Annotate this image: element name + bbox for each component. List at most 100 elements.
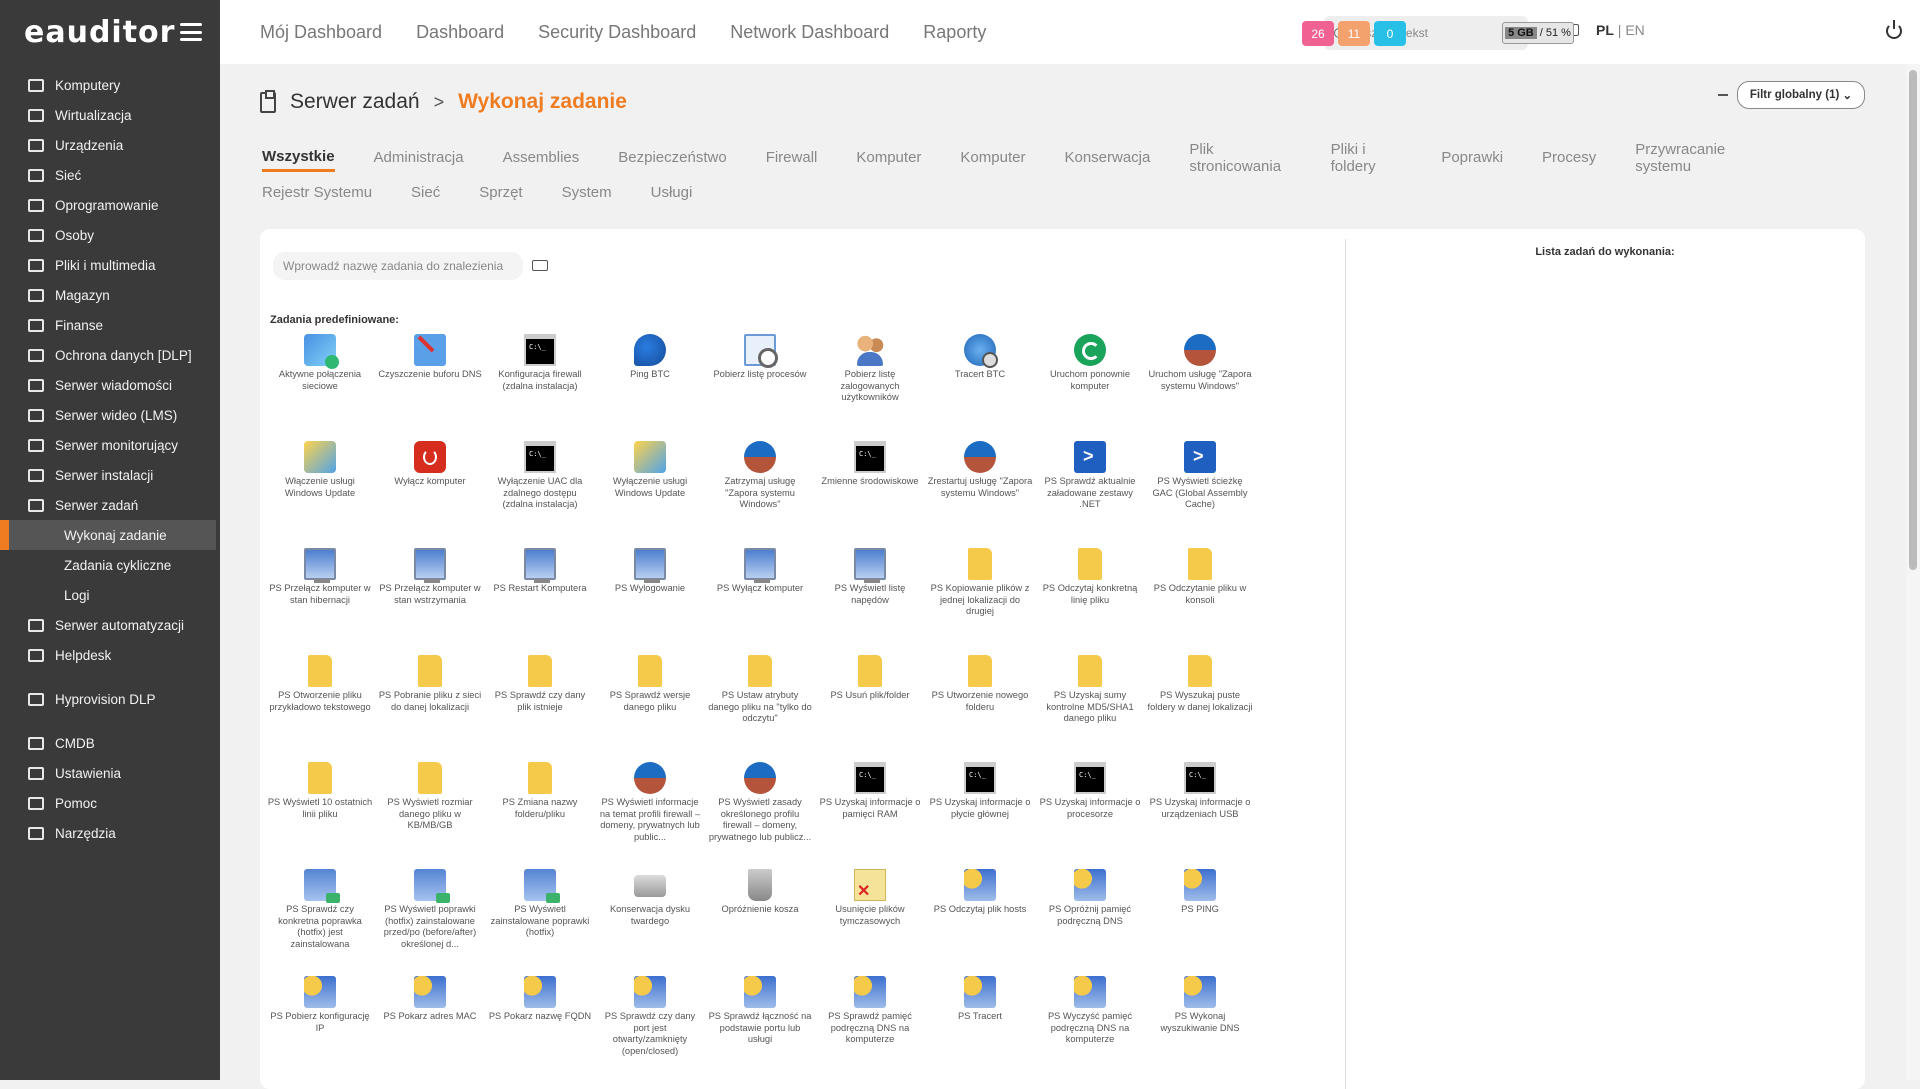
task-item[interactable]: PS Sprawdź aktualnie załadowane zestawy … [1035,441,1145,548]
hamburger-menu-icon[interactable] [180,23,202,41]
category-tab-komputer[interactable]: Komputer [856,149,921,170]
task-item[interactable]: Uruchom ponownie komputer [1035,334,1145,441]
task-item[interactable]: PS Wyświetl informacje na temat profili … [595,762,705,869]
task-item[interactable]: PS Uzyskaj sumy kontrolne MD5/SHA1 daneg… [1035,655,1145,762]
top-tab-network-dashboard[interactable]: Network Dashboard [730,22,889,43]
top-tab-raporty[interactable]: Raporty [923,22,986,43]
task-item[interactable]: Konserwacja dysku twardego [595,869,705,976]
alert-badge-blue[interactable]: 0 [1374,21,1406,46]
category-tab-komputer[interactable]: Komputer [960,149,1025,170]
category-tab-poprawki[interactable]: Poprawki [1441,149,1503,170]
category-tab-system[interactable]: System [562,184,612,205]
sidebar-item-narzedzia[interactable]: Narzędzia [0,818,220,848]
task-item[interactable]: Opróżnienie kosza [705,869,815,976]
sidebar-item-serwer-zadan[interactable]: Serwer zadań [0,490,220,520]
task-item[interactable]: PS Sprawdź czy konkretna poprawka (hotfi… [265,869,375,976]
task-item[interactable]: PS Sprawdź wersje danego pliku [595,655,705,762]
sidebar-item-pomoc[interactable]: Pomoc [0,788,220,818]
task-item[interactable]: Zmienne środowiskowe [815,441,925,548]
task-item[interactable]: PS Wyświetl poprawki (hotfix) zainstalow… [375,869,485,976]
sidebar-item-siec[interactable]: Sieć [0,160,220,190]
sidebar-item-cmdb[interactable]: CMDB [0,728,220,758]
sidebar-item-ochrona-danych-dlp[interactable]: Ochrona danych [DLP] [0,340,220,370]
task-item[interactable]: PS Wylogowanie [595,548,705,655]
clear-search-icon[interactable] [532,260,548,271]
sidebar-item-serwer-automatyzacji[interactable]: Serwer automatyzacji [0,610,220,640]
task-item[interactable]: PS Uzyskaj informacje o urządzeniach USB [1145,762,1255,869]
collapse-icon[interactable] [1718,94,1728,96]
task-item[interactable]: PS Usuń plik/folder [815,655,925,762]
task-item[interactable]: PS Uzyskaj informacje o procesorze [1035,762,1145,869]
sidebar-item-wirtualizacja[interactable]: Wirtualizacja [0,100,220,130]
task-item[interactable]: PS Opróżnij pamięć podręczną DNS [1035,869,1145,976]
task-item[interactable]: PS Wyświetl zainstalowane poprawki (hotf… [485,869,595,976]
alert-badge-red[interactable]: 26 [1302,21,1334,46]
category-tab-rejestr-systemu[interactable]: Rejestr Systemu [262,184,372,205]
task-item[interactable]: PS Wyłącz komputer [705,548,815,655]
task-item[interactable]: PS Ustaw atrybuty danego pliku na "tylko… [705,655,815,762]
task-item[interactable]: Uruchom usługę "Zapora systemu Windows" [1145,334,1255,441]
task-item[interactable]: Włączenie usługi Windows Update [265,441,375,548]
task-item[interactable]: PS Sprawdź łączność na podstawie portu l… [705,976,815,1083]
task-item[interactable]: PS Odczytanie pliku w konsoli [1145,548,1255,655]
task-item[interactable]: PS Przełącz komputer w stan wstrzymania [375,548,485,655]
sidebar-item-magazyn[interactable]: Magazyn [0,280,220,310]
lang-pl[interactable]: PL [1596,22,1614,38]
task-item[interactable]: PS Wyczyść pamięć podręczną DNS na kompu… [1035,976,1145,1083]
sidebar-item-urzadzenia[interactable]: Urządzenia [0,130,220,160]
task-item[interactable]: PS Wyświetl rozmiar danego pliku w KB/MB… [375,762,485,869]
global-filter-button[interactable]: Filtr globalny (1) ⌄ [1737,81,1865,109]
sidebar-item-oprogramowanie[interactable]: Oprogramowanie [0,190,220,220]
task-item[interactable]: Pobierz listę procesów [705,334,815,441]
task-item[interactable]: PS Wykonaj wyszukiwanie DNS [1145,976,1255,1083]
sidebar-subitem-wykonaj-zadanie[interactable]: Wykonaj zadanie [0,520,216,550]
sidebar-item-helpdesk[interactable]: Helpdesk [0,640,220,670]
sidebar-item-komputery[interactable]: Komputery [0,70,220,100]
sidebar-subitem-logi[interactable]: Logi [0,580,220,610]
sidebar-item-ustawienia[interactable]: Ustawienia [0,758,220,788]
sidebar-item-serwer-wiadomosci[interactable]: Serwer wiadomości [0,370,220,400]
category-tab-konserwacja[interactable]: Konserwacja [1064,149,1150,170]
task-item[interactable]: PS Odczytaj konkretną linię pliku [1035,548,1145,655]
task-item[interactable]: PS Wyświetl listę napędów [815,548,925,655]
task-item[interactable]: Czyszczenie buforu DNS [375,334,485,441]
task-item[interactable]: PS Sprawdź pamięć podręczną DNS na kompu… [815,976,925,1083]
sidebar-item-hyprovision-dlp[interactable]: Hyprovision DLP [0,684,220,714]
scrollbar-thumb[interactable] [1909,70,1917,570]
task-item[interactable]: PS Sprawdź czy dany plik istnieje [485,655,595,762]
app-logo[interactable]: eauditor [24,15,175,50]
sidebar-item-osoby[interactable]: Osoby [0,220,220,250]
category-tab-administracja[interactable]: Administracja [374,149,464,170]
task-item[interactable]: PS Pobranie pliku z sieci do danej lokal… [375,655,485,762]
category-tab-plik-stronicowania[interactable]: Plik stronicowania [1189,141,1291,179]
top-tab-dashboard[interactable]: Dashboard [416,22,504,43]
category-tab-siec[interactable]: Sieć [411,184,440,205]
category-tab-uslugi[interactable]: Usługi [651,184,693,205]
task-item[interactable]: PS Zmiana nazwy folderu/pliku [485,762,595,869]
power-icon[interactable] [1886,20,1902,39]
task-item[interactable]: PS Tracert [925,976,1035,1083]
task-item[interactable]: PS Restart Komputera [485,548,595,655]
sidebar-item-finanse[interactable]: Finanse [0,310,220,340]
language-switch[interactable]: PL | EN [1596,22,1645,38]
task-item[interactable]: PS Pobierz konfigurację IP [265,976,375,1083]
breadcrumb-parent[interactable]: Serwer zadań [290,90,420,114]
category-tab-firewall[interactable]: Firewall [766,149,818,170]
task-item[interactable]: Zatrzymaj usługę "Zapora systemu Windows… [705,441,815,548]
task-item[interactable]: Wyłączenie UAC dla zdalnego dostępu (zda… [485,441,595,548]
category-tab-przywracanie-systemu[interactable]: Przywracanie systemu [1635,141,1763,179]
category-tab-bezpieczenstwo[interactable]: Bezpieczeństwo [618,149,726,170]
task-item[interactable]: PS Wyszukaj puste foldery w danej lokali… [1145,655,1255,762]
sidebar-item-serwer-wideo-lms[interactable]: Serwer wideo (LMS) [0,400,220,430]
category-tab-sprzet[interactable]: Sprzęt [479,184,522,205]
task-item[interactable]: Usunięcie plików tymczasowych [815,869,925,976]
lang-en[interactable]: EN [1625,22,1644,38]
task-item[interactable]: PS Odczytaj plik hosts [925,869,1035,976]
category-tab-pliki-i-foldery[interactable]: Pliki i foldery [1331,141,1403,179]
task-item[interactable]: Wyłącz komputer [375,441,485,548]
task-item[interactable]: PS Uzyskaj informacje o pamięci RAM [815,762,925,869]
task-item[interactable]: Zrestartuj usługę "Zapora systemu Window… [925,441,1035,548]
task-item[interactable]: Ping BTC [595,334,705,441]
task-item[interactable]: Konfiguracja firewall (zdalna instalacja… [485,334,595,441]
task-item[interactable]: Tracert BTC [925,334,1035,441]
